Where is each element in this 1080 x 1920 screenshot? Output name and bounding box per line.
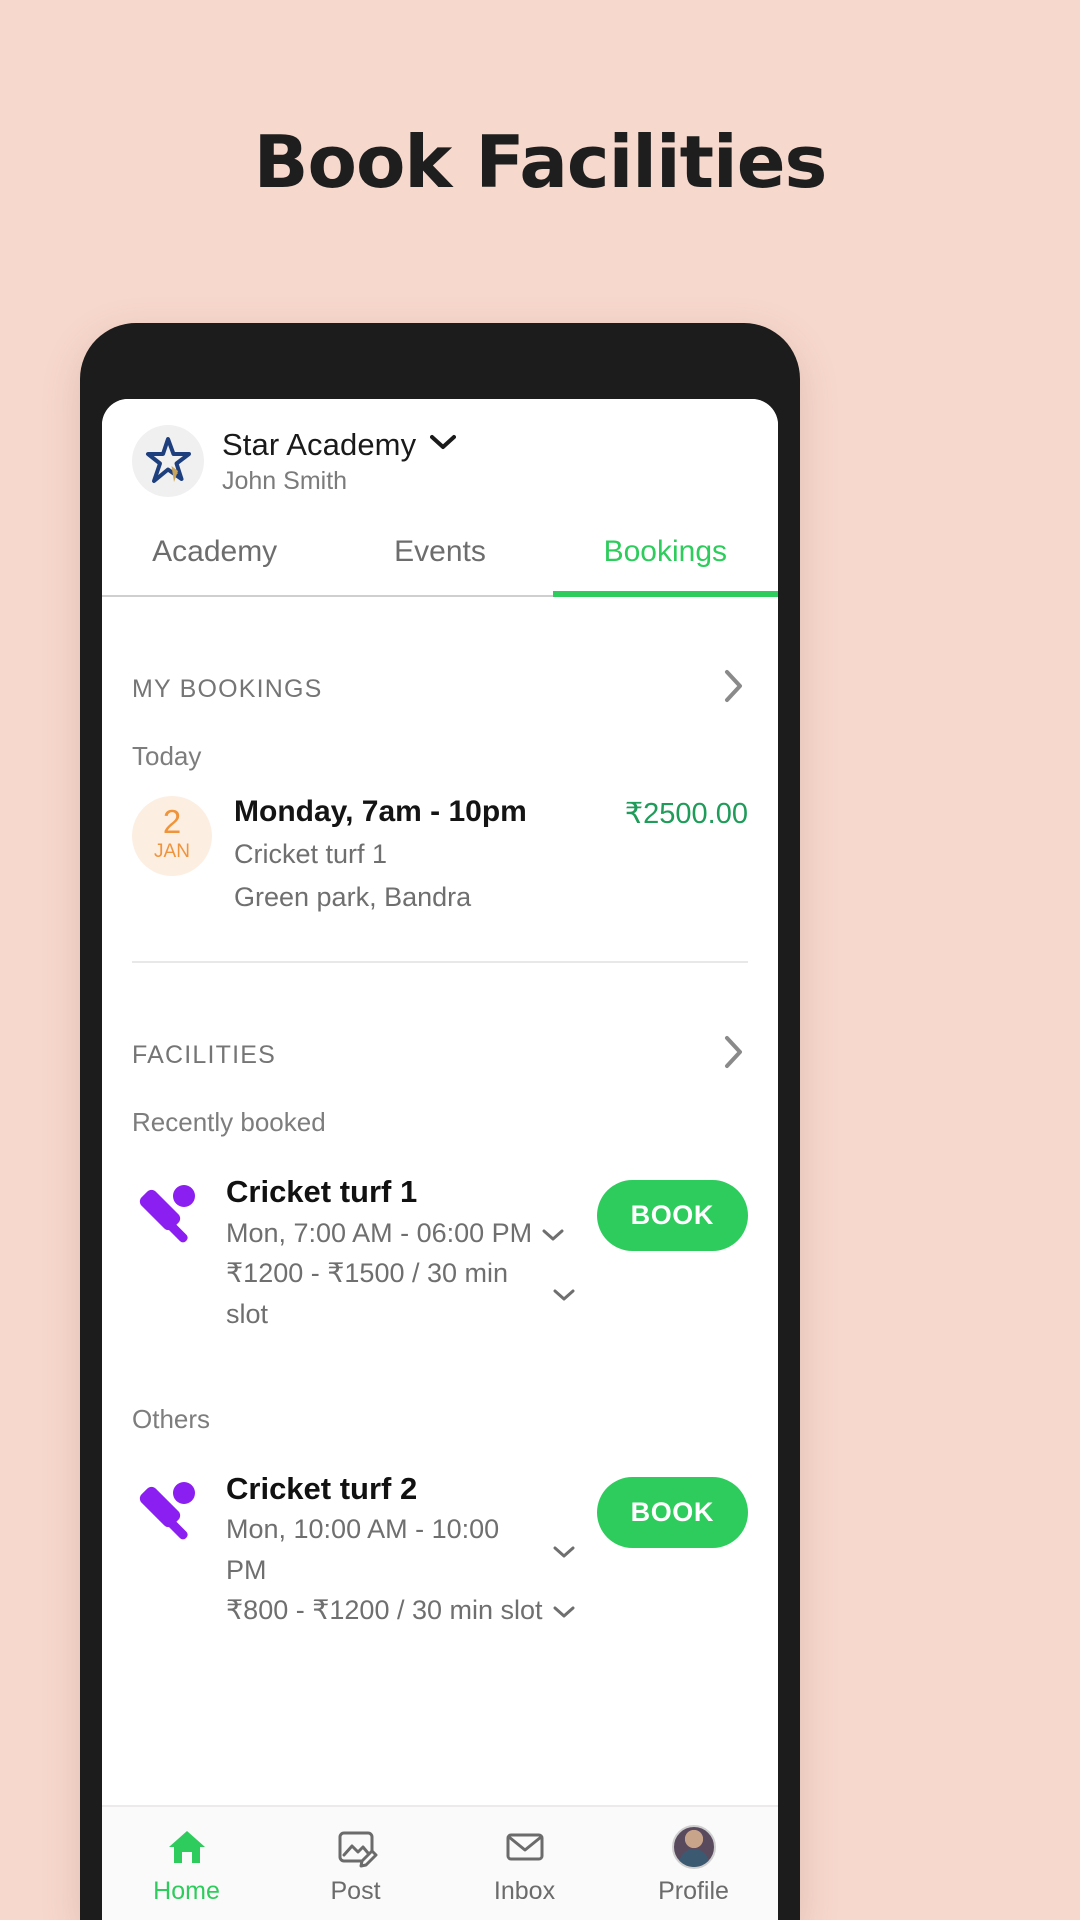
nav-item-inbox[interactable]: Inbox: [440, 1825, 609, 1906]
others-label: Others: [132, 1404, 211, 1435]
facility-list-item[interactable]: Cricket turf 1 Mon, 7:00 AM - 06:00 PM ₹…: [132, 1172, 748, 1334]
facility-details: Cricket turf 1 Mon, 7:00 AM - 06:00 PM ₹…: [226, 1172, 575, 1334]
page-title: Book Facilities: [253, 120, 828, 204]
chevron-down-icon[interactable]: [553, 1530, 575, 1571]
nav-item-post[interactable]: Post: [271, 1825, 440, 1906]
nav-item-profile[interactable]: Profile: [609, 1824, 778, 1906]
nav-item-home[interactable]: Home: [102, 1825, 271, 1906]
chevron-right-icon[interactable]: [724, 1035, 748, 1075]
booking-price: ₹2500.00: [624, 798, 748, 830]
phone-screen: Star Academy John Smith Academy Events B…: [102, 399, 778, 1920]
chevron-down-icon: [430, 434, 457, 455]
date-badge-month: JAN: [154, 841, 190, 863]
facility-hours: Mon, 7:00 AM - 06:00 PM: [226, 1217, 533, 1248]
nav-label-inbox: Inbox: [493, 1876, 556, 1905]
facility-details: Cricket turf 2 Mon, 10:00 AM - 10:00 PM …: [226, 1469, 575, 1631]
tab-academy[interactable]: Academy: [102, 507, 327, 595]
chevron-down-icon[interactable]: [553, 1273, 575, 1314]
facilities-title: FACILITIES: [132, 1040, 276, 1069]
tab-bar: Academy Events Bookings: [102, 507, 778, 597]
facility-name: Cricket turf 1: [226, 1174, 418, 1210]
poster-canvas: Book Facilities Star Academy John Smith …: [0, 0, 1080, 1920]
bottom-navigation: Home Post Inbox Profile: [102, 1805, 778, 1920]
envelope-icon: [503, 1825, 547, 1869]
bookings-scroll-body[interactable]: MY BOOKINGS Today 2 JAN Monday, 7am - 10…: [102, 597, 778, 1920]
chevron-down-icon[interactable]: [542, 1213, 564, 1254]
facility-price-row[interactable]: ₹1200 - ₹1500 / 30 min slot: [226, 1253, 575, 1334]
facility-price: ₹800 - ₹1200 / 30 min slot: [226, 1595, 543, 1626]
today-label: Today: [132, 741, 202, 771]
org-block: Star Academy John Smith: [222, 426, 457, 496]
nav-label-profile: Profile: [658, 1876, 729, 1905]
booking-list-item[interactable]: 2 JAN Monday, 7am - 10pm Cricket turf 1 …: [132, 792, 748, 917]
booking-location: Green park, Bandra: [234, 882, 472, 913]
cricket-bat-ball-icon: [132, 1475, 204, 1547]
tab-bookings[interactable]: Bookings: [553, 507, 778, 595]
facility-price-row[interactable]: ₹800 - ₹1200 / 30 min slot: [226, 1590, 575, 1631]
star-logo-icon[interactable]: [132, 425, 204, 497]
facilities-header[interactable]: FACILITIES: [132, 963, 748, 1075]
facility-list-item[interactable]: Cricket turf 2 Mon, 10:00 AM - 10:00 PM …: [132, 1469, 748, 1631]
nav-label-home: Home: [153, 1876, 220, 1905]
book-button[interactable]: BOOK: [596, 1180, 748, 1252]
tab-events[interactable]: Events: [327, 507, 552, 595]
org-name: Star Academy: [222, 426, 417, 462]
phone-mockup: Star Academy John Smith Academy Events B…: [80, 323, 800, 1920]
facility-hours-row[interactable]: Mon, 7:00 AM - 06:00 PM: [226, 1213, 575, 1254]
cricket-bat-ball-icon: [132, 1178, 204, 1250]
home-icon: [165, 1825, 209, 1869]
org-switcher[interactable]: Star Academy: [222, 426, 457, 463]
booking-details: Monday, 7am - 10pm Cricket turf 1 Green …: [234, 792, 603, 917]
date-badge: 2 JAN: [132, 796, 212, 876]
app-header: Star Academy John Smith: [102, 399, 778, 507]
user-name: John Smith: [222, 466, 348, 495]
facility-hours: Mon, 10:00 AM - 10:00 PM: [226, 1514, 500, 1585]
facility-name: Cricket turf 2: [226, 1471, 418, 1507]
facility-price: ₹1200 - ₹1500 / 30 min slot: [226, 1258, 509, 1329]
book-button[interactable]: BOOK: [596, 1477, 748, 1549]
booking-facility: Cricket turf 1: [234, 839, 388, 869]
chevron-down-icon[interactable]: [553, 1590, 575, 1631]
avatar-icon: [671, 1824, 716, 1869]
date-badge-day: 2: [162, 803, 182, 841]
my-bookings-header[interactable]: MY BOOKINGS: [132, 597, 748, 709]
my-bookings-title: MY BOOKINGS: [132, 674, 323, 703]
facility-hours-row[interactable]: Mon, 10:00 AM - 10:00 PM: [226, 1509, 575, 1590]
recently-booked-label: Recently booked: [132, 1107, 326, 1138]
nav-label-post: Post: [330, 1876, 381, 1905]
chevron-right-icon[interactable]: [724, 669, 748, 709]
booking-time: Monday, 7am - 10pm: [234, 795, 527, 828]
image-edit-icon: [334, 1825, 378, 1869]
